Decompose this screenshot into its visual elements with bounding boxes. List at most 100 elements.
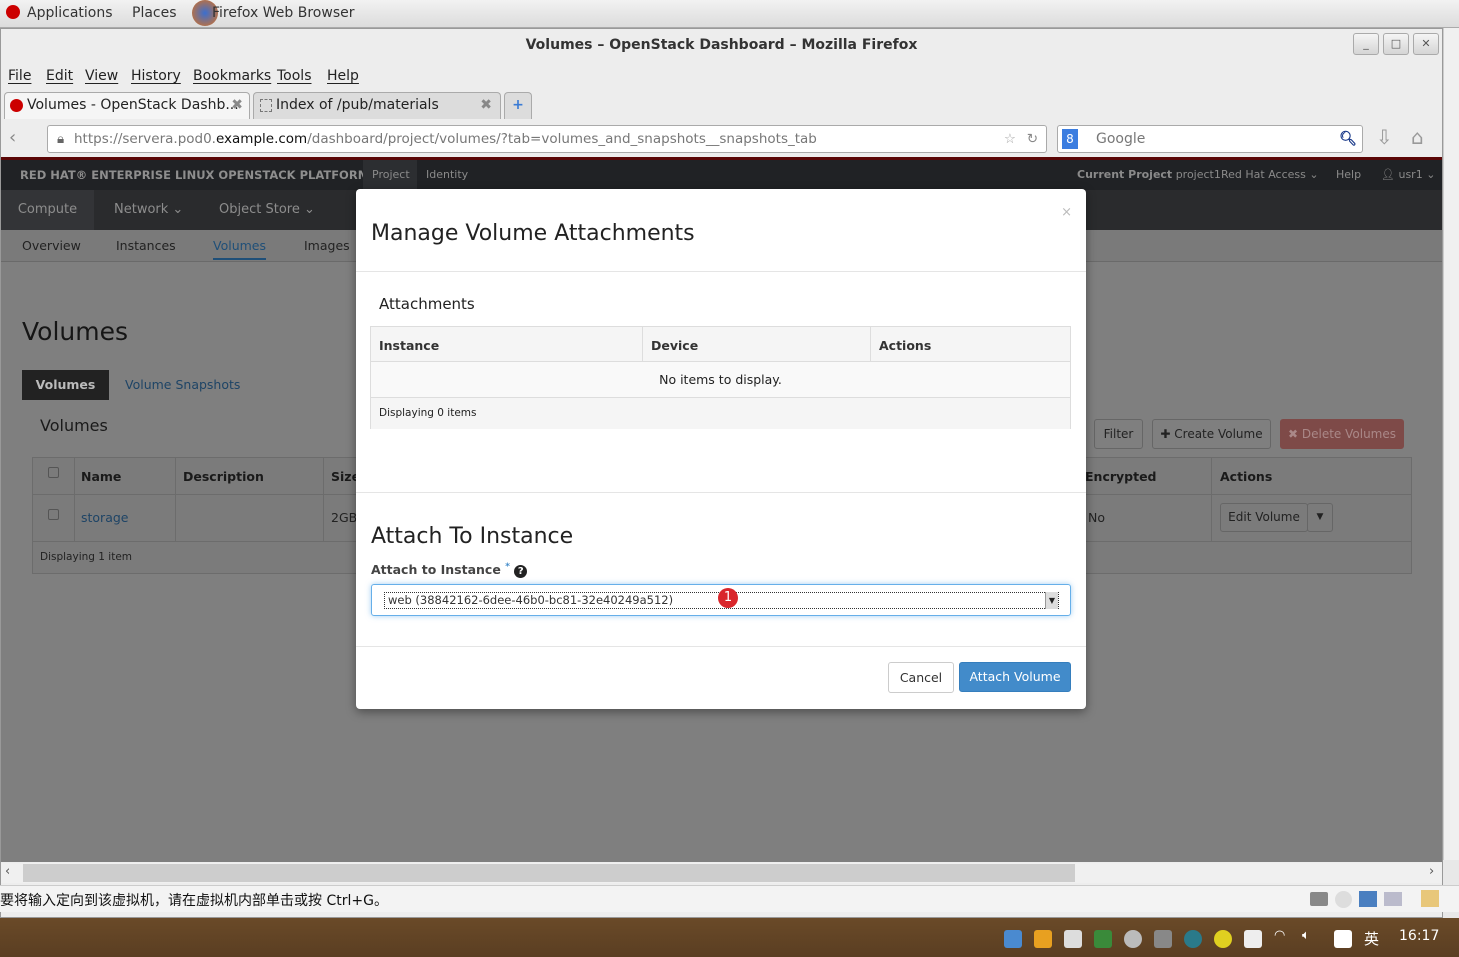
url-path: /dashboard/project/volumes/?tab=volumes_… <box>307 131 817 147</box>
nav-object-store-label: Object Store <box>219 202 300 217</box>
volume-encrypted: No <box>1088 510 1105 525</box>
menu-view[interactable]: View <box>85 68 118 84</box>
attach-label: Attach to Instance * ? <box>371 562 528 578</box>
nav-compute[interactable]: Compute <box>1 190 94 230</box>
reload-icon[interactable]: ↻ <box>1027 126 1038 152</box>
redhat-favicon-icon <box>10 99 23 112</box>
minimize-button[interactable]: _ <box>1353 33 1379 55</box>
tray-app-icon[interactable] <box>1004 930 1022 948</box>
new-tab-button[interactable]: + <box>504 92 532 119</box>
cancel-button[interactable]: Cancel <box>888 662 954 693</box>
col-instance[interactable]: Instance <box>379 338 439 353</box>
close-tab-icon[interactable]: ✖ <box>480 93 492 118</box>
applications-menu[interactable]: Applications <box>27 5 113 21</box>
select-arrow-icon[interactable]: ▼ <box>1045 592 1058 609</box>
col-device[interactable]: Device <box>651 338 698 353</box>
tab-volumes-page[interactable]: Volumes <box>22 370 109 400</box>
edit-volume-button[interactable]: Edit Volume <box>1220 503 1308 532</box>
user-menu[interactable]: 👤︎ usr1 ⌄ <box>1381 168 1435 181</box>
url-bar[interactable]: 🔒︎ https://servera.pod0.example.com/dash… <box>47 125 1047 153</box>
search-input[interactable]: 8 Google 🔍︎ <box>1057 125 1363 153</box>
subnav-volumes[interactable]: Volumes <box>213 238 267 260</box>
home-icon[interactable]: ⌂ <box>1411 125 1424 149</box>
scroll-left-icon[interactable]: ‹ <box>5 864 10 879</box>
section-title: Volumes <box>40 416 108 435</box>
tab-label: Index of /pub/materials <box>276 97 439 113</box>
security-icon[interactable] <box>1214 930 1232 948</box>
volume-size: 2GB <box>331 510 358 525</box>
browser-tray-icon[interactable] <box>1184 930 1202 948</box>
subnav-overview[interactable]: Overview <box>22 238 81 253</box>
subnav-instances[interactable]: Instances <box>116 238 176 253</box>
actions-dropdown-toggle[interactable]: ▼ <box>1307 503 1333 532</box>
notes-icon[interactable] <box>1421 890 1439 907</box>
scroll-right-icon[interactable]: › <box>1429 864 1434 879</box>
col-encrypted[interactable]: Encrypted <box>1085 469 1157 484</box>
tray-gray-icon[interactable] <box>1154 930 1172 948</box>
nvidia-icon[interactable] <box>1094 930 1112 948</box>
nav-network[interactable]: Network ⌄ <box>114 202 183 217</box>
current-project[interactable]: Current Project project1 <box>1077 168 1221 181</box>
wifi-icon[interactable]: ◠ <box>1274 928 1285 943</box>
col-actions[interactable]: Actions <box>1220 469 1272 484</box>
col-actions[interactable]: Actions <box>879 338 931 353</box>
menu-help[interactable]: Help <box>327 68 359 84</box>
menu-file[interactable]: File <box>8 68 31 84</box>
downloads-icon[interactable]: ⇩ <box>1376 125 1393 149</box>
delete-volumes-button[interactable]: ✖ Delete Volumes <box>1280 419 1404 449</box>
attachments-table: Instance Device Actions No items to disp… <box>370 326 1071 429</box>
close-modal-icon[interactable]: × <box>1061 205 1072 220</box>
help-icon[interactable]: ? <box>514 565 528 578</box>
action-center-icon[interactable] <box>1334 930 1352 948</box>
battery-icon[interactable] <box>1244 930 1262 948</box>
col-name[interactable]: Name <box>81 469 121 484</box>
volume-name-link[interactable]: storage <box>81 510 129 525</box>
cd-icon[interactable] <box>1335 891 1352 908</box>
menu-bookmarks[interactable]: Bookmarks <box>193 68 271 84</box>
filter-button[interactable]: Filter <box>1094 419 1143 449</box>
row-checkbox[interactable] <box>48 509 59 520</box>
project-tab[interactable]: Project <box>363 160 417 190</box>
clock[interactable]: 16:17 <box>1399 928 1439 944</box>
identity-tab[interactable]: Identity <box>426 168 468 181</box>
volume-icon[interactable]: 🔈︎ <box>1302 928 1310 943</box>
back-icon[interactable]: ‹ <box>9 127 16 148</box>
network-icon[interactable] <box>1359 891 1377 907</box>
tray-circle-icon[interactable] <box>1124 930 1142 948</box>
maximize-button[interactable]: □ <box>1383 33 1409 55</box>
qq-icon[interactable] <box>1034 930 1052 948</box>
attach-volume-button[interactable]: Attach Volume <box>959 662 1071 692</box>
ime-indicator[interactable]: 英 <box>1364 928 1379 949</box>
instance-select[interactable]: web (38842162-6dee-46b0-bc81-32e40249a51… <box>371 584 1071 616</box>
vertical-scrollbar[interactable] <box>1443 28 1459 860</box>
manage-attachments-modal: × Manage Volume Attachments Attachments … <box>356 189 1086 709</box>
top-header: RED HAT® ENTERPRISE LINUX OPENSTACK PLAT… <box>1 160 1442 190</box>
tab-index[interactable]: Index of /pub/materials ✖ <box>253 92 501 119</box>
menu-history[interactable]: History <box>131 68 181 84</box>
menu-tools[interactable]: Tools <box>277 68 312 84</box>
bookmark-star-icon[interactable]: ☆ <box>1004 126 1016 152</box>
usb-icon[interactable] <box>1064 930 1082 948</box>
redhat-icon <box>6 5 20 19</box>
scrollbar-thumb[interactable] <box>23 864 1075 882</box>
places-menu[interactable]: Places <box>132 5 177 21</box>
tab-volumes[interactable]: Volumes - OpenStack Dashb... ✖ <box>4 92 250 119</box>
hard-disk-icon[interactable] <box>1310 892 1328 906</box>
active-app[interactable]: Firefox Web Browser <box>212 5 355 21</box>
search-icon[interactable]: 🔍︎ <box>1339 126 1357 152</box>
nav-object-store[interactable]: Object Store ⌄ <box>219 202 315 217</box>
close-window-button[interactable]: ✕ <box>1413 33 1439 55</box>
subnav-images[interactable]: Images <box>304 238 350 253</box>
lock-icon: 🔒︎ <box>57 131 65 147</box>
menu-edit[interactable]: Edit <box>46 68 73 84</box>
horizontal-scrollbar[interactable]: ‹ › <box>1 863 1442 883</box>
display-icon[interactable] <box>1384 892 1402 906</box>
close-tab-icon[interactable]: ✖ <box>231 93 243 118</box>
select-all-checkbox[interactable] <box>48 467 59 478</box>
tab-volume-snapshots[interactable]: Volume Snapshots <box>125 377 240 392</box>
create-volume-button[interactable]: ✚ Create Volume <box>1152 419 1271 449</box>
col-description[interactable]: Description <box>183 469 264 484</box>
redhat-access-menu[interactable]: Red Hat Access ⌄ <box>1221 168 1319 181</box>
google-icon[interactable]: 8 <box>1062 129 1078 149</box>
help-link[interactable]: Help <box>1336 168 1361 181</box>
